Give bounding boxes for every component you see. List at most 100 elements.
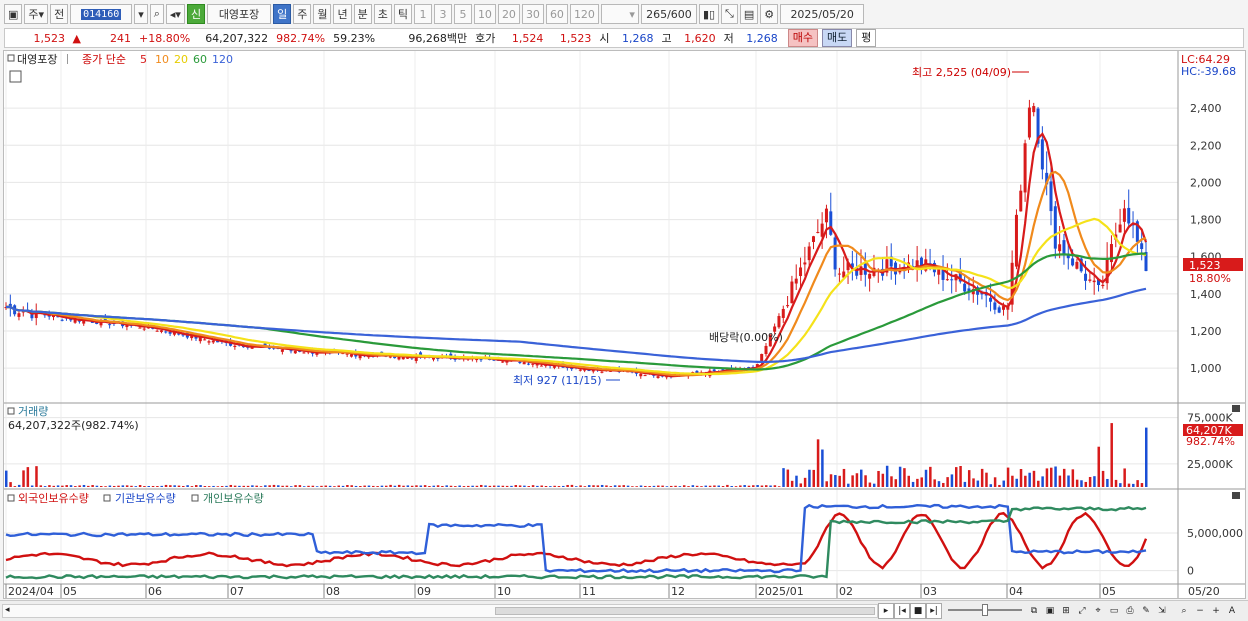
- copy-icon[interactable]: ▣: [1042, 603, 1058, 619]
- zoom-out-icon[interactable]: −: [1192, 603, 1208, 619]
- volume-bar: [898, 466, 902, 487]
- date-field[interactable]: 2025/05/20: [780, 4, 865, 24]
- first-page-icon[interactable]: |◂: [894, 603, 910, 619]
- volume-bar: [143, 486, 146, 487]
- candle-body: [829, 211, 833, 235]
- table-icon[interactable]: [9, 70, 22, 83]
- volume-bar: [354, 485, 358, 487]
- legend-foreign[interactable]: 외국인보유수량: [18, 492, 89, 505]
- buy-button[interactable]: 매수: [787, 29, 818, 47]
- minute-30[interactable]: 30: [521, 4, 544, 24]
- legend-ma5[interactable]: 5: [140, 53, 147, 66]
- stop-icon[interactable]: ■: [910, 603, 926, 619]
- candle-body: [1014, 214, 1018, 267]
- legend-ma20[interactable]: 20: [174, 53, 188, 66]
- minute-120[interactable]: 120: [569, 4, 599, 24]
- volume-bar: [251, 485, 254, 487]
- date-value: 2025/05/20: [790, 7, 854, 21]
- volume-bar: [937, 481, 941, 487]
- sell-button[interactable]: 매도: [821, 29, 853, 47]
- layout-icon[interactable]: ⧉: [1026, 603, 1042, 619]
- legend-ma60[interactable]: 60: [193, 53, 207, 66]
- candles: [4, 99, 1148, 380]
- period-week[interactable]: 주: [293, 4, 312, 24]
- legend-individual[interactable]: 개인보유수량: [203, 492, 264, 505]
- volume-bar: [855, 473, 859, 487]
- volume-bar: [1054, 466, 1057, 487]
- scroll-thumb[interactable]: [495, 607, 875, 615]
- minute-10[interactable]: 10: [473, 4, 496, 24]
- font-size-icon[interactable]: A: [1224, 603, 1240, 619]
- volume-bar: [786, 469, 790, 487]
- grid-icon[interactable]: ⊞: [1058, 603, 1074, 619]
- scroll-left-icon[interactable]: ◂: [5, 605, 10, 615]
- candle-body: [1032, 106, 1036, 113]
- volume-bar: [527, 486, 530, 487]
- candle-body: [17, 313, 21, 317]
- period-month[interactable]: 월: [313, 4, 332, 24]
- period-minute[interactable]: 분: [353, 4, 372, 24]
- candle-body: [207, 341, 211, 343]
- zoom-slider-handle[interactable]: [982, 604, 988, 616]
- x-tick-label: 2025/01: [758, 585, 804, 598]
- candle-body: [527, 363, 530, 365]
- minute-1[interactable]: 1: [413, 4, 432, 24]
- save-icon[interactable]: ▤: [739, 4, 759, 24]
- prev-button[interactable]: 전: [50, 4, 69, 24]
- fit-icon[interactable]: ⤢: [1074, 603, 1090, 619]
- count-field[interactable]: 265/600: [640, 4, 697, 24]
- volume-bar: [52, 485, 55, 487]
- code-input[interactable]: 014160: [70, 4, 133, 24]
- candle-body: [790, 281, 794, 304]
- window-icon[interactable]: ▣: [4, 4, 23, 24]
- kind-select[interactable]: 주 ▾: [24, 4, 49, 24]
- legend-stock-name[interactable]: 대영포장: [17, 53, 57, 66]
- legend-ma10[interactable]: 10: [155, 53, 169, 66]
- minute-60[interactable]: 60: [545, 4, 568, 24]
- high-price: 1,620: [684, 31, 716, 45]
- volume-bar: [458, 485, 461, 487]
- scroll-right-icon[interactable]: ▸: [878, 603, 894, 619]
- candle-body: [349, 354, 353, 357]
- period-second[interactable]: 초: [373, 4, 392, 24]
- volume-bar: [1024, 475, 1027, 487]
- zoom-search-icon[interactable]: ⌕: [1176, 603, 1192, 619]
- search-icon[interactable]: ⌕: [149, 4, 164, 24]
- holdings-panel-close-icon[interactable]: [1232, 492, 1240, 499]
- candle-body: [997, 307, 1001, 313]
- last-page-icon[interactable]: ▸|: [926, 603, 942, 619]
- period-day[interactable]: 일: [273, 4, 292, 24]
- trend-tool-icon[interactable]: ⤡: [721, 4, 738, 24]
- chart-svg[interactable]: 2,4002,2002,0001,8001,6001,4001,2001,000…: [4, 51, 1245, 598]
- chart-area[interactable]: 2,400 2,200 2,000 1,800 1,600 1,400 1,200 1,000…: [3, 50, 1246, 599]
- stock-name: 대영포장: [207, 4, 272, 24]
- custom-minute-select[interactable]: ▾: [600, 4, 639, 24]
- low-price: 1,268: [746, 31, 778, 45]
- period-tick[interactable]: 틱: [393, 4, 412, 24]
- edit-icon[interactable]: ✎: [1138, 603, 1154, 619]
- legend-institution[interactable]: 기관보유수량: [115, 492, 176, 505]
- eval-button[interactable]: 평: [856, 29, 877, 47]
- print-icon[interactable]: ⎙: [1122, 603, 1138, 619]
- code-dropdown-icon[interactable]: ▾: [134, 4, 148, 24]
- volume-bar: [419, 485, 423, 487]
- volume-bar: [359, 485, 362, 487]
- volume-bar: [756, 485, 759, 487]
- zoom-in-icon[interactable]: +: [1208, 603, 1224, 619]
- volume-panel-close-icon[interactable]: [1232, 405, 1240, 412]
- legend-ma-label[interactable]: 종가 단순: [82, 53, 126, 66]
- export-icon[interactable]: ⇲: [1154, 603, 1170, 619]
- price-y-tick: 2,000: [1190, 176, 1222, 189]
- period-year[interactable]: 년: [333, 4, 352, 24]
- volume-legend-label[interactable]: 거래량: [18, 405, 48, 418]
- minute-5[interactable]: 5: [453, 4, 472, 24]
- crosshair-icon[interactable]: ⌖: [1090, 603, 1106, 619]
- window-icon-2[interactable]: ▭: [1106, 603, 1122, 619]
- minute-20[interactable]: 20: [497, 4, 520, 24]
- legend-ma120[interactable]: 120: [212, 53, 233, 66]
- speaker-icon[interactable]: ◂▾: [165, 4, 185, 24]
- gear-icon[interactable]: ⚙: [760, 4, 779, 24]
- candle-type-icon[interactable]: ▮▯: [698, 4, 720, 24]
- horizontal-scrollbar[interactable]: ◂: [2, 604, 878, 618]
- minute-3[interactable]: 3: [433, 4, 452, 24]
